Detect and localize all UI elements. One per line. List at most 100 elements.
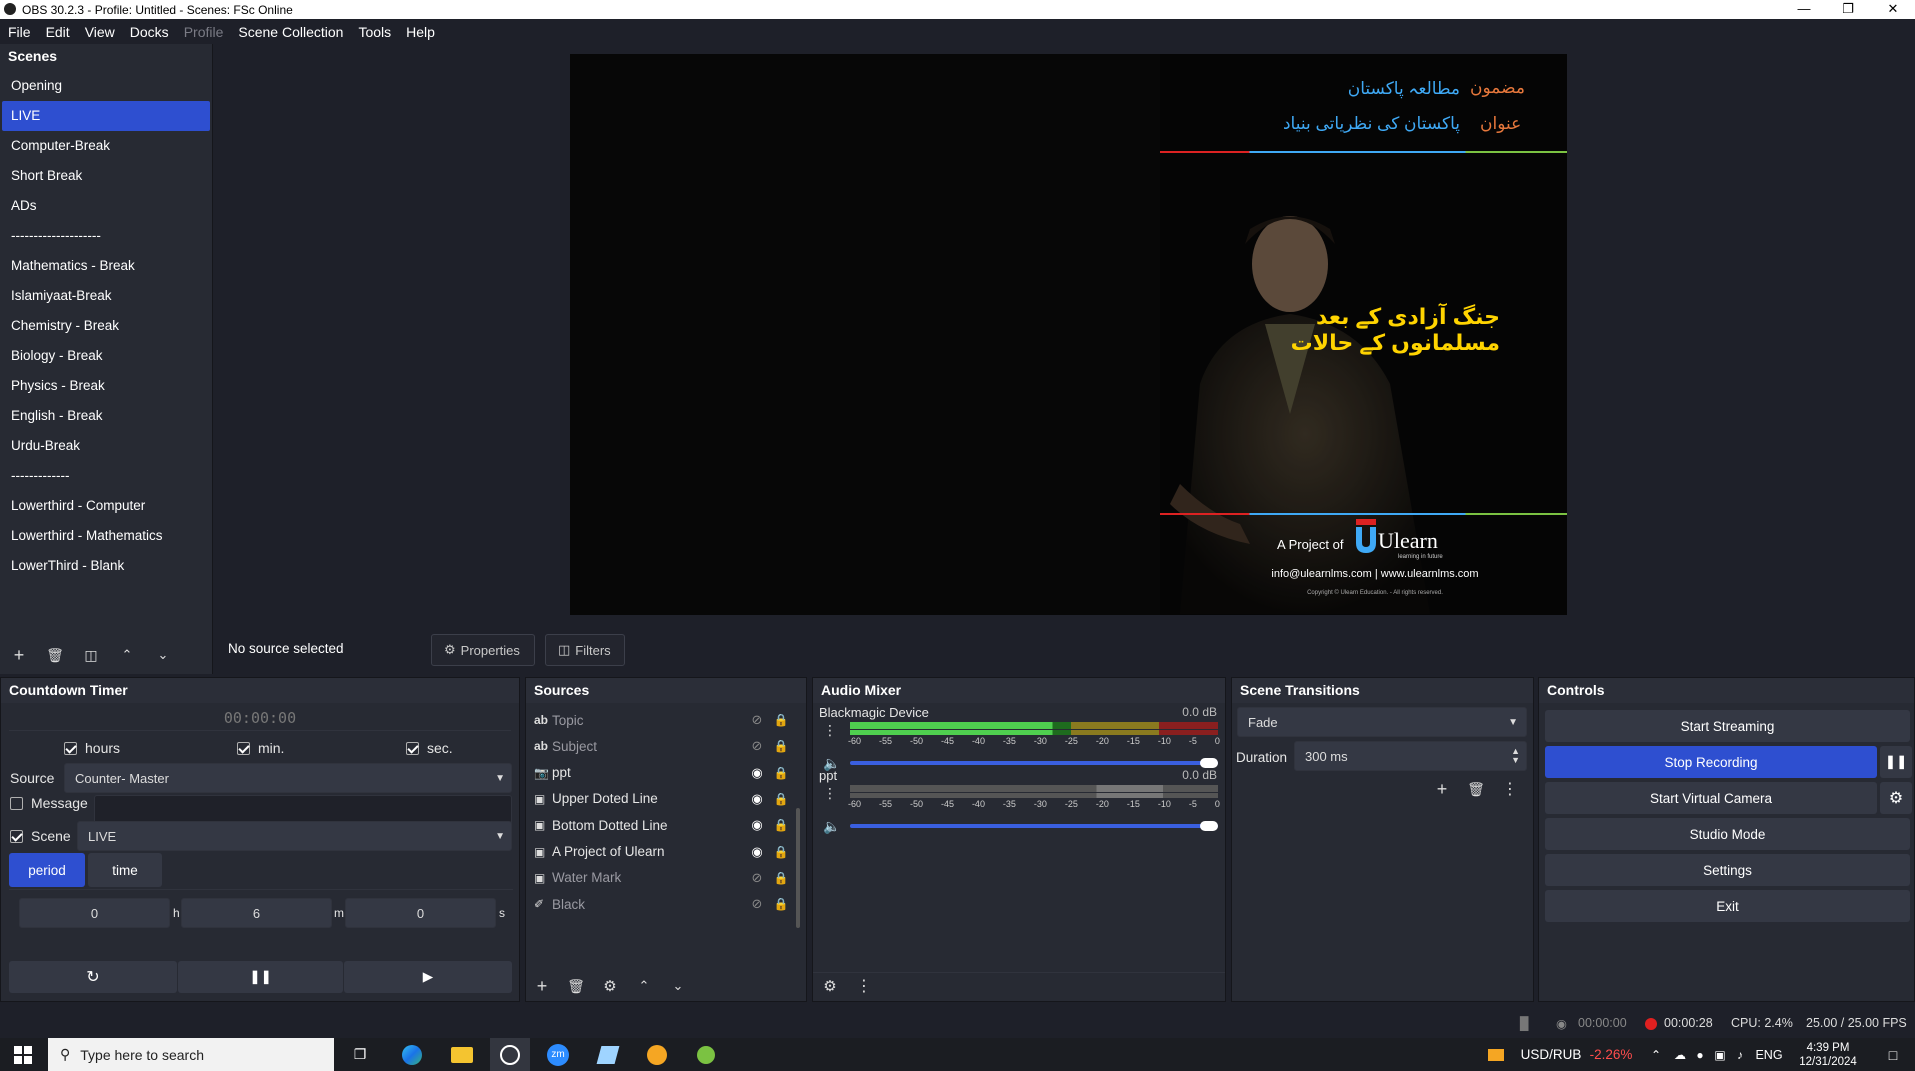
lock-icon[interactable]: 🔒: [770, 766, 792, 780]
notes-icon[interactable]: [592, 1038, 624, 1071]
source-item[interactable]: ▣ A Project of Ulearn ◉ 🔒: [534, 839, 792, 865]
menu-file[interactable]: File: [8, 24, 31, 40]
start-virtual-camera-button[interactable]: Start Virtual Camera: [1545, 782, 1877, 814]
menu-profile[interactable]: Profile: [184, 24, 224, 40]
scene-item[interactable]: ADs: [2, 191, 210, 221]
menu-scene-collection[interactable]: Scene Collection: [238, 24, 343, 40]
scene-checkbox[interactable]: Scene: [10, 828, 71, 844]
obs-taskbar-icon[interactable]: [490, 1038, 530, 1071]
hours-input[interactable]: 0: [19, 898, 170, 928]
scene-item[interactable]: LowerThird - Blank: [2, 551, 210, 581]
source-item[interactable]: ▣ Bottom Dotted Line ◉ 🔒: [534, 812, 792, 838]
lock-icon[interactable]: 🔒: [770, 897, 792, 911]
transition-select[interactable]: Fade ▼: [1237, 707, 1527, 737]
remove-transition-icon[interactable]: 🗑: [1465, 778, 1487, 800]
file-explorer-icon[interactable]: [444, 1038, 480, 1071]
microphone-icon[interactable]: ●: [1692, 1038, 1708, 1071]
eye-hidden-icon[interactable]: ⊘: [744, 738, 770, 754]
scene-select[interactable]: LIVE ▼: [77, 821, 512, 851]
source-item[interactable]: ✐ Black ⊘ 🔒: [534, 891, 792, 917]
lock-icon[interactable]: 🔒: [770, 792, 792, 806]
eye-hidden-icon[interactable]: ⊘: [744, 712, 770, 728]
sources-scrollbar[interactable]: [796, 808, 800, 928]
lock-icon[interactable]: 🔒: [770, 713, 792, 727]
lock-icon[interactable]: 🔒: [770, 818, 792, 832]
lock-icon[interactable]: 🔒: [770, 871, 792, 885]
move-up-icon[interactable]: ⌃: [116, 644, 138, 666]
muted-speaker-icon[interactable]: 🔈: [823, 818, 840, 835]
tab-period[interactable]: period: [9, 853, 85, 887]
language-indicator[interactable]: ENG: [1752, 1038, 1786, 1071]
spinner-icon[interactable]: ▲ ▼: [1511, 747, 1520, 765]
properties-button[interactable]: ⚙ Properties: [431, 634, 535, 666]
close-icon[interactable]: ✕: [1871, 0, 1915, 19]
source-properties-icon[interactable]: ⚙: [599, 975, 621, 997]
scene-item[interactable]: Lowerthird - Computer: [2, 491, 210, 521]
eye-hidden-icon[interactable]: ⊘: [744, 896, 770, 912]
hours-checkbox[interactable]: hours: [64, 740, 120, 756]
advanced-audio-icon[interactable]: ⚙: [819, 975, 841, 997]
program-preview[interactable]: مضمون مطالعہ پاکستان عنوان پاکستان کی نظ…: [570, 54, 1567, 615]
source-item[interactable]: ab Topic ⊘ 🔒: [534, 707, 792, 733]
windows-start-icon[interactable]: [0, 1038, 46, 1071]
taskbar-search[interactable]: ⚲ Type here to search: [48, 1038, 334, 1071]
menu-docks[interactable]: Docks: [130, 24, 169, 40]
message-checkbox[interactable]: Message: [10, 795, 88, 811]
lock-icon[interactable]: 🔒: [770, 739, 792, 753]
tab-time[interactable]: time: [88, 853, 162, 887]
network-icon[interactable]: ▣: [1712, 1038, 1728, 1071]
eye-icon[interactable]: ◉: [744, 817, 770, 833]
clock[interactable]: 4:39 PM 12/31/2024: [1792, 1038, 1864, 1071]
notification-icon[interactable]: □: [1878, 1038, 1908, 1071]
play-button[interactable]: ▶: [344, 961, 512, 993]
minutes-input[interactable]: 6: [181, 898, 332, 928]
seconds-input[interactable]: 0: [345, 898, 496, 928]
chevron-up-icon[interactable]: ⌃: [1648, 1038, 1664, 1071]
onedrive-icon[interactable]: ☁: [1672, 1038, 1688, 1071]
maximize-icon[interactable]: ❐: [1826, 0, 1870, 19]
stop-recording-button[interactable]: Stop Recording: [1545, 746, 1877, 778]
scene-item[interactable]: -------------: [2, 461, 210, 491]
pause-recording-button[interactable]: ❚❚: [1880, 746, 1912, 778]
edge-icon[interactable]: [394, 1038, 430, 1071]
move-down-icon[interactable]: ⌄: [667, 975, 689, 997]
duration-input[interactable]: 300 ms ▲ ▼: [1294, 741, 1527, 771]
scene-item[interactable]: Biology - Break: [2, 341, 210, 371]
menu-help[interactable]: Help: [406, 24, 435, 40]
volume-slider-handle[interactable]: [1200, 821, 1218, 831]
menu-tools[interactable]: Tools: [358, 24, 391, 40]
ticker-symbol[interactable]: USD/RUB: [1516, 1038, 1586, 1071]
source-item[interactable]: ▣ Water Mark ⊘ 🔒: [534, 865, 792, 891]
sec-checkbox[interactable]: sec.: [406, 740, 453, 756]
scene-item[interactable]: Opening: [2, 71, 210, 101]
move-up-icon[interactable]: ⌃: [633, 975, 655, 997]
task-view-icon[interactable]: ❐: [346, 1038, 374, 1071]
more-options-icon[interactable]: ⋮: [853, 975, 875, 997]
volume-slider[interactable]: [850, 824, 1218, 828]
scene-item[interactable]: Short Break: [2, 161, 210, 191]
scene-item[interactable]: --------------------: [2, 221, 210, 251]
scene-item[interactable]: Physics - Break: [2, 371, 210, 401]
lock-icon[interactable]: 🔒: [770, 845, 792, 859]
studio-mode-button[interactable]: Studio Mode: [1545, 818, 1910, 850]
add-source-icon[interactable]: +: [531, 975, 553, 997]
volume-icon[interactable]: ♪: [1732, 1038, 1748, 1071]
start-streaming-button[interactable]: Start Streaming: [1545, 710, 1910, 742]
scene-item[interactable]: Urdu-Break: [2, 431, 210, 461]
reset-button[interactable]: ↻: [9, 961, 177, 993]
scene-filters-icon[interactable]: ◫: [80, 644, 102, 666]
volume-slider-handle[interactable]: [1200, 758, 1218, 768]
settings-button[interactable]: Settings: [1545, 854, 1910, 886]
menu-edit[interactable]: Edit: [46, 24, 70, 40]
source-item[interactable]: 📷 ppt ◉ 🔒: [534, 760, 792, 786]
source-item[interactable]: ab Subject ⊘ 🔒: [534, 733, 792, 759]
scene-item[interactable]: LIVE: [2, 101, 210, 131]
volume-slider[interactable]: [850, 761, 1218, 765]
scene-item[interactable]: English - Break: [2, 401, 210, 431]
virtual-camera-settings-button[interactable]: ⚙: [1880, 782, 1912, 814]
filters-button[interactable]: ◫ Filters: [545, 634, 625, 666]
scene-item[interactable]: Islamiyaat-Break: [2, 281, 210, 311]
menu-view[interactable]: View: [85, 24, 115, 40]
minimize-icon[interactable]: —: [1782, 0, 1826, 19]
scene-item[interactable]: Chemistry - Break: [2, 311, 210, 341]
